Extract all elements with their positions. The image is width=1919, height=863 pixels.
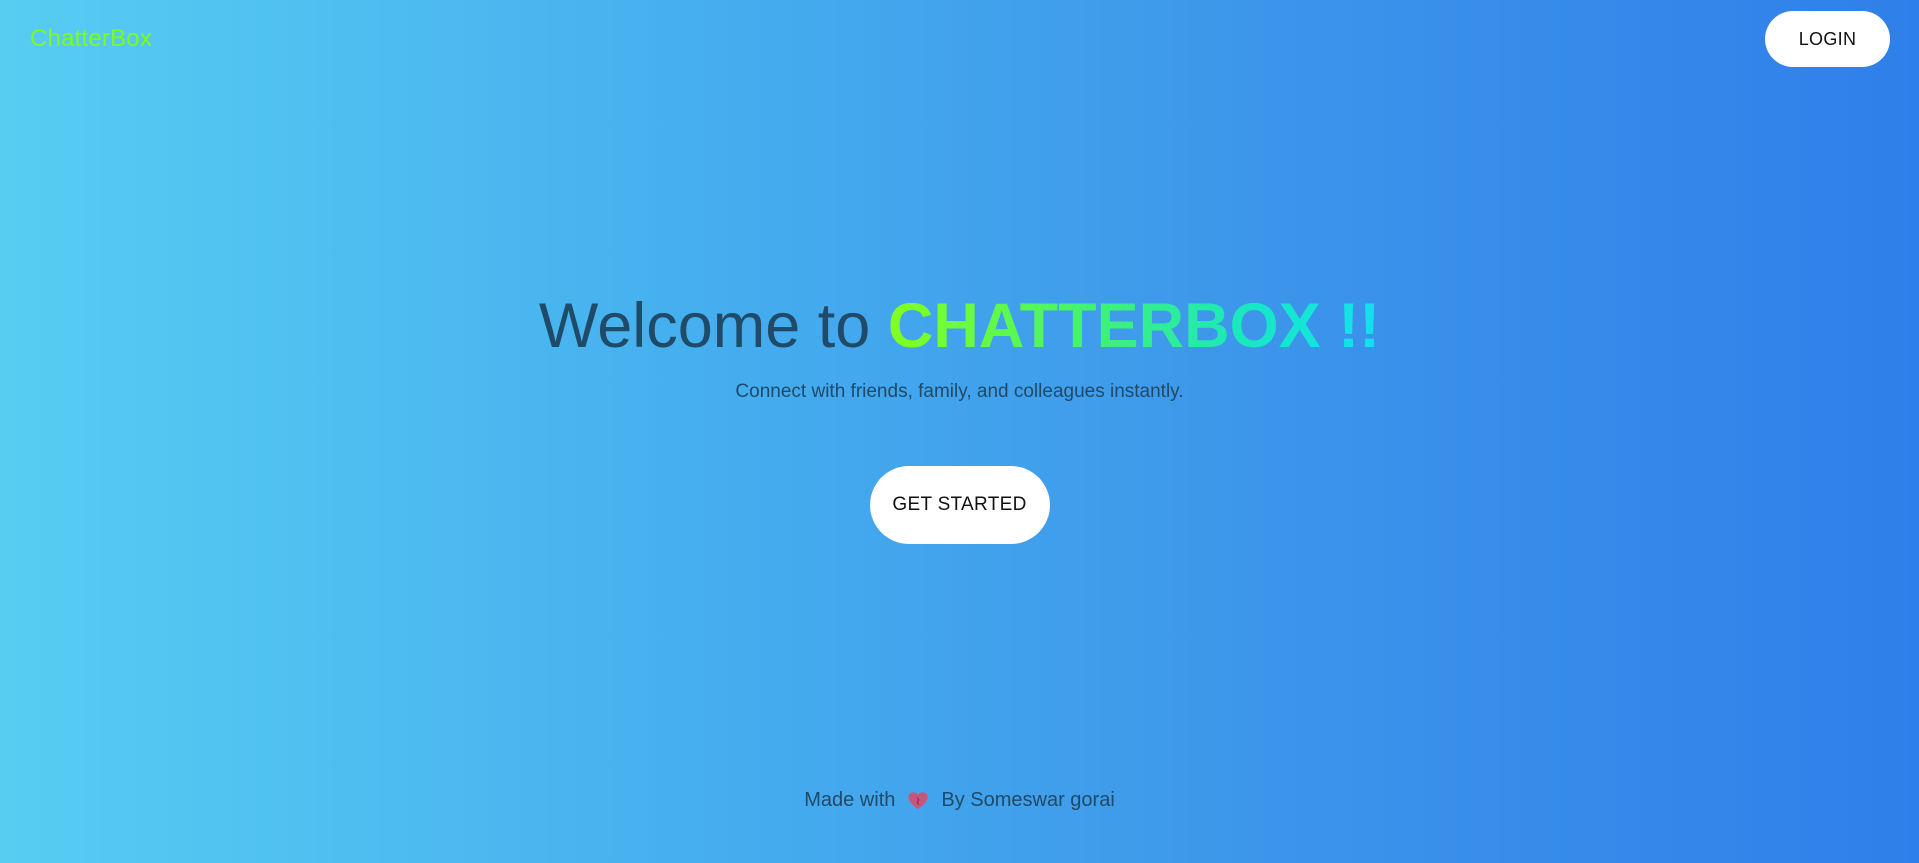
footer-made-with: Made with <box>804 789 896 811</box>
login-button[interactable]: LOGIN <box>1765 11 1890 67</box>
footer-author: By Someswar gorai <box>941 789 1115 811</box>
get-started-button[interactable]: GET STARTED <box>869 466 1050 544</box>
hero-section: Welcome to CHATTERBOX !! Connect with fr… <box>0 290 1919 544</box>
footer: Made with By Someswar gorai <box>0 789 1919 812</box>
hero-subtitle: Connect with friends, family, and collea… <box>735 381 1184 402</box>
hero-title: Welcome to CHATTERBOX !! <box>0 290 1919 362</box>
app-logo[interactable]: ChatterBox <box>30 25 152 53</box>
hero-title-prefix: Welcome to <box>538 291 888 361</box>
heart-icon <box>907 790 929 812</box>
hero-brand-name: CHATTERBOX !! <box>887 291 1381 361</box>
